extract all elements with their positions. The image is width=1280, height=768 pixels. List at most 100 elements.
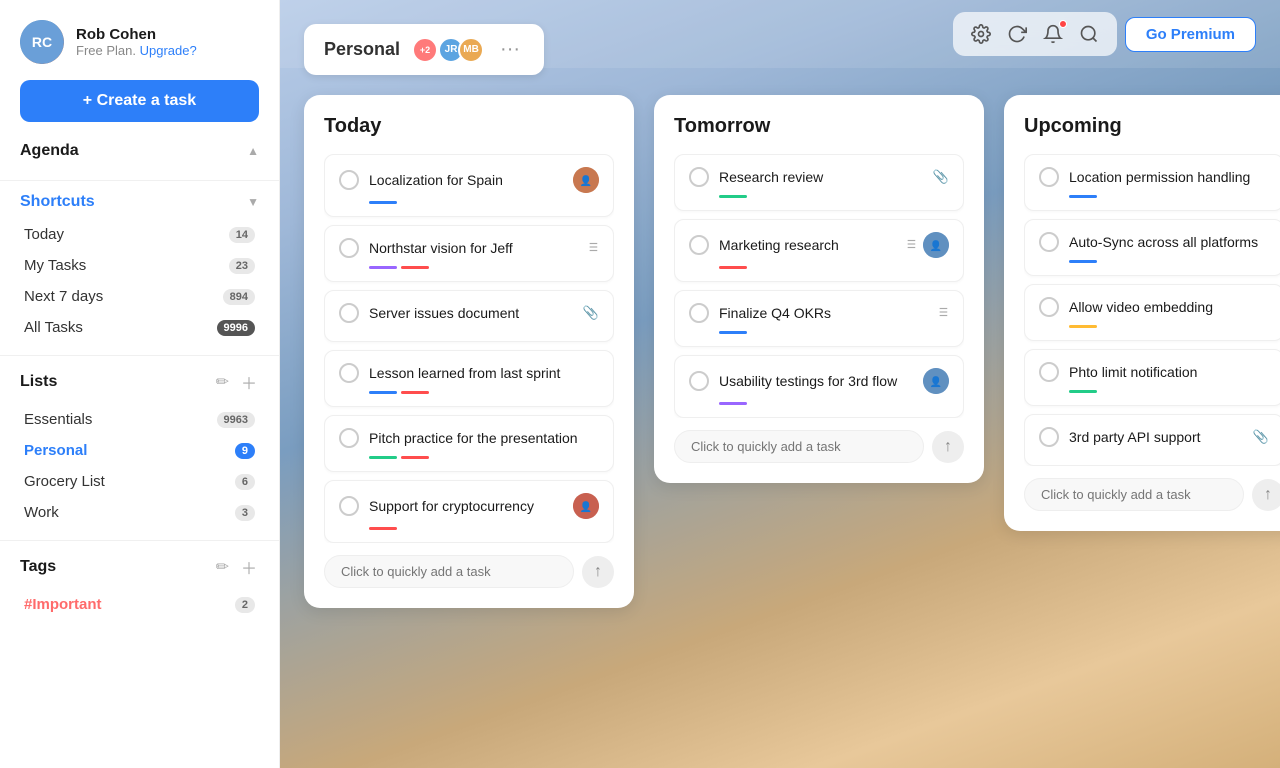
task-complete-circle[interactable]: [1039, 232, 1059, 252]
lists-edit-button[interactable]: ✏: [214, 368, 231, 396]
task-priority-bar: [401, 391, 429, 394]
task-bar-row: [1069, 258, 1269, 263]
sidebar-list-item[interactable]: Personal 9: [20, 435, 259, 466]
notification-button[interactable]: [1037, 18, 1069, 50]
task-item[interactable]: Finalize Q4 OKRs: [674, 290, 964, 347]
sidebar-shortcut-item[interactable]: Next 7 days 894: [20, 281, 259, 312]
nav-item-left: Grocery List: [24, 473, 105, 490]
search-button[interactable]: [1073, 18, 1105, 50]
add-task-input[interactable]: [324, 555, 574, 588]
nav-badge: 23: [229, 258, 255, 274]
nav-item-left: Work: [24, 504, 59, 521]
task-bar-row: [719, 400, 949, 405]
add-task-submit-button[interactable]: ↑: [1252, 479, 1280, 511]
task-item[interactable]: Lesson learned from last sprint: [324, 350, 614, 407]
task-priority-bar: [719, 402, 747, 405]
task-item[interactable]: Marketing research👤: [674, 219, 964, 282]
task-title: Usability testings for 3rd flow: [719, 373, 897, 389]
upgrade-link[interactable]: Upgrade?: [140, 43, 197, 58]
task-right-icons: 👤: [903, 232, 949, 258]
lists-add-button[interactable]: ＋: [239, 368, 259, 396]
add-task-input[interactable]: [674, 430, 924, 463]
nav-item-left: Personal: [24, 442, 87, 459]
sidebar-shortcut-item[interactable]: Today 14: [20, 219, 259, 250]
task-top-row: Support for cryptocurrency 👤: [339, 493, 599, 519]
tags-edit-button[interactable]: ✏: [214, 553, 231, 581]
task-complete-circle[interactable]: [689, 371, 709, 391]
tags-add-button[interactable]: ＋: [239, 553, 259, 581]
task-item[interactable]: Research review📎: [674, 154, 964, 211]
task-complete-circle[interactable]: [339, 238, 359, 258]
task-top-row: Allow video embedding: [1039, 297, 1269, 317]
task-title: 3rd party API support: [1069, 429, 1201, 445]
task-item[interactable]: 3rd party API support📎: [1024, 414, 1280, 466]
task-complete-circle[interactable]: [339, 170, 359, 190]
task-complete-circle[interactable]: [339, 496, 359, 516]
task-item[interactable]: Phto limit notification: [1024, 349, 1280, 406]
task-right-icons: 👤: [573, 493, 599, 519]
task-item[interactable]: Location permission handling: [1024, 154, 1280, 211]
profile-section: RC Rob Cohen Free Plan. Upgrade?: [0, 0, 279, 80]
task-item[interactable]: Support for cryptocurrency 👤: [324, 480, 614, 543]
lists-header[interactable]: Lists ✏ ＋: [20, 368, 259, 396]
agenda-header[interactable]: Agenda ▲: [20, 142, 259, 160]
task-avatar: 👤: [573, 167, 599, 193]
nav-item-label: My Tasks: [24, 257, 86, 274]
task-bar-row: [369, 525, 599, 530]
column-title: Today: [324, 115, 614, 138]
task-complete-circle[interactable]: [1039, 167, 1059, 187]
task-complete-circle[interactable]: [339, 363, 359, 383]
task-left: Research review: [689, 167, 823, 187]
add-task-input[interactable]: [1024, 478, 1244, 511]
task-item[interactable]: Northstar vision for Jeff: [324, 225, 614, 282]
agenda-section: Agenda ▲: [0, 142, 279, 168]
add-task-row: ↑: [324, 555, 614, 588]
task-left: Northstar vision for Jeff: [339, 238, 513, 258]
main-content: Go Premium Personal +2 JR MB ··· TodayLo…: [280, 0, 1280, 768]
add-task-submit-button[interactable]: ↑: [582, 556, 614, 588]
svg-text:👤: 👤: [580, 500, 592, 513]
shortcuts-header[interactable]: Shortcuts ▼: [20, 193, 259, 211]
task-item[interactable]: Pitch practice for the presentation: [324, 415, 614, 472]
task-complete-circle[interactable]: [689, 235, 709, 255]
task-top-row: Research review📎: [689, 167, 949, 187]
task-subtask-icon: [903, 237, 917, 254]
go-premium-button[interactable]: Go Premium: [1125, 17, 1256, 52]
task-complete-circle[interactable]: [1039, 297, 1059, 317]
list-badge: 6: [235, 474, 255, 490]
profile-name: Rob Cohen: [76, 26, 197, 43]
sidebar-list-item[interactable]: Work 3: [20, 497, 259, 528]
task-complete-circle[interactable]: [1039, 362, 1059, 382]
task-item[interactable]: Auto-Sync across all platforms: [1024, 219, 1280, 276]
task-title: Pitch practice for the presentation: [369, 430, 578, 446]
task-item[interactable]: Usability testings for 3rd flow👤: [674, 355, 964, 418]
sidebar-tag-item[interactable]: #Important 2: [20, 589, 259, 620]
task-item[interactable]: Localization for Spain 👤: [324, 154, 614, 217]
task-priority-bar: [401, 456, 429, 459]
sidebar-list-item[interactable]: Essentials 9963: [20, 404, 259, 435]
top-bar: Go Premium: [280, 0, 1280, 68]
column-title: Tomorrow: [674, 115, 964, 138]
tags-header[interactable]: Tags ✏ ＋: [20, 553, 259, 581]
task-complete-circle[interactable]: [339, 303, 359, 323]
task-complete-circle[interactable]: [1039, 427, 1059, 447]
list-badge: 9963: [217, 412, 255, 428]
sidebar-shortcut-item[interactable]: All Tasks 9996: [20, 312, 259, 343]
task-complete-circle[interactable]: [689, 303, 709, 323]
add-task-submit-button[interactable]: ↑: [932, 431, 964, 463]
task-title: Localization for Spain: [369, 172, 503, 188]
task-left: Support for cryptocurrency: [339, 496, 534, 516]
task-item[interactable]: Server issues document📎: [324, 290, 614, 342]
task-complete-circle[interactable]: [339, 428, 359, 448]
create-task-button[interactable]: + Create a task: [20, 80, 259, 122]
sidebar-list-item[interactable]: Grocery List 6: [20, 466, 259, 497]
list-item-label: Essentials: [24, 411, 92, 428]
task-item[interactable]: Allow video embedding: [1024, 284, 1280, 341]
refresh-button[interactable]: [1001, 18, 1033, 50]
settings-button[interactable]: [965, 18, 997, 50]
task-complete-circle[interactable]: [689, 167, 709, 187]
sidebar-shortcut-item[interactable]: My Tasks 23: [20, 250, 259, 281]
task-bar-row: [1069, 388, 1269, 393]
list-item-label: Personal: [24, 442, 87, 459]
task-bar-row: [369, 199, 599, 204]
